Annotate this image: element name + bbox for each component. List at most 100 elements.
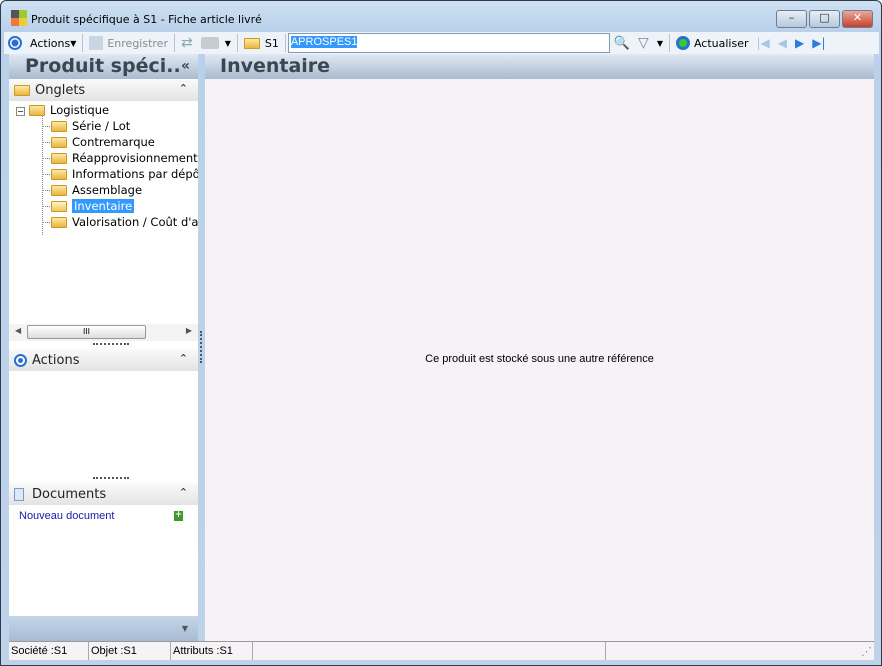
- tabs-section-title: Onglets: [35, 82, 86, 98]
- splitter-grip[interactable]: [93, 477, 129, 479]
- filter-icon[interactable]: ▽: [634, 33, 653, 53]
- tree-node-contremarque[interactable]: Contremarque: [51, 134, 155, 150]
- collapse-chevron-icon[interactable]: ⌃: [179, 82, 188, 95]
- target-icon[interactable]: [4, 33, 26, 53]
- open-folder-icon: [51, 201, 67, 212]
- first-record-icon[interactable]: |◀: [753, 33, 774, 53]
- left-pane: Produit spéci.. « Onglets ⌃ − Logistique Sé…: [9, 54, 198, 641]
- separator: [82, 34, 84, 52]
- folder-icon: [51, 153, 67, 164]
- actions-section-title: Actions: [32, 352, 80, 368]
- tree-node-inventaire[interactable]: Inventaire: [51, 198, 135, 214]
- maximize-button[interactable]: □: [809, 10, 840, 28]
- scroll-right-icon[interactable]: ▶: [186, 326, 192, 335]
- refresh-icon: [675, 36, 690, 50]
- dropdown-arrow-icon[interactable]: ▼: [653, 33, 667, 53]
- tree-node-label: Contremarque: [72, 135, 155, 149]
- info-message: Ce produit est stocké sous une autre réf…: [425, 353, 654, 365]
- application-window: Produit spécifique à S1 - Fiche article …: [0, 0, 882, 666]
- app-icon: [11, 10, 27, 26]
- expand-collapse-icon[interactable]: −: [16, 107, 25, 116]
- status-attributes: Attributs :S1: [171, 642, 253, 660]
- tree-node-label: Informations par dépôt: [72, 167, 198, 181]
- tree-node-serie-lot[interactable]: Série / Lot: [51, 118, 130, 134]
- document-icon: [14, 487, 24, 501]
- window-title: Produit spécifique à S1 - Fiche article …: [31, 13, 262, 26]
- scrollbar-thumb[interactable]: III: [27, 325, 146, 339]
- save-button[interactable]: Enregistrer: [85, 33, 172, 53]
- splitter-grip[interactable]: [93, 343, 129, 345]
- tree-node-label: Inventaire: [72, 199, 135, 213]
- minimize-button[interactable]: –: [776, 10, 807, 28]
- company-label: S1: [264, 36, 279, 50]
- documents-section-header[interactable]: Documents ⌃: [9, 483, 198, 505]
- status-company: Société :S1: [9, 642, 89, 660]
- documents-section-title: Documents: [32, 486, 107, 502]
- tree-node-label: Logistique: [50, 103, 110, 117]
- folder-icon: [243, 37, 260, 49]
- main-panel-header: Inventaire: [205, 54, 874, 79]
- scroll-left-icon[interactable]: ◀: [15, 326, 21, 335]
- tree-node-reapprovisionnement[interactable]: Réapprovisionnement: [51, 150, 198, 166]
- tree-node-assemblage[interactable]: Assemblage: [51, 182, 142, 198]
- separator: [284, 34, 286, 52]
- vertical-splitter[interactable]: [200, 331, 202, 363]
- resize-grip-icon[interactable]: ⋰: [606, 642, 874, 660]
- tabs-section-header[interactable]: Onglets ⌃: [9, 79, 198, 101]
- printer-icon: [200, 37, 219, 49]
- status-object: Objet :S1: [89, 642, 171, 660]
- tree-node-label: Valorisation / Coût d'achat: [72, 215, 198, 229]
- refresh-button[interactable]: Actualiser: [672, 33, 753, 53]
- tree-node-label: Assemblage: [72, 183, 143, 197]
- dropdown-arrow-icon: ▼: [70, 38, 77, 48]
- separator: [173, 34, 175, 52]
- separator: [668, 34, 670, 52]
- horizontal-scrollbar[interactable]: ◀ III ▶: [9, 324, 198, 341]
- left-pane-title: Produit spéci..: [25, 55, 181, 77]
- actions-menu-button[interactable]: Actions ▼: [26, 33, 80, 53]
- toolbar: Actions ▼ Enregistrer ⇄ ▼ S1 APROSPES1 🔍 …: [4, 32, 879, 54]
- actions-section-header[interactable]: Actions ⌃: [9, 349, 198, 371]
- tree-node-valorisation[interactable]: Valorisation / Coût d'achat: [51, 214, 198, 230]
- sync-icon[interactable]: ⇄: [177, 33, 197, 53]
- collapse-pane-button[interactable]: «: [181, 54, 190, 79]
- company-button[interactable]: S1: [240, 33, 283, 53]
- add-document-icon[interactable]: +: [174, 511, 183, 521]
- folder-icon: [51, 169, 67, 180]
- save-label: Enregistrer: [107, 36, 168, 50]
- left-pane-header: Produit spéci.. «: [9, 54, 198, 79]
- folder-icon: [51, 217, 67, 228]
- previous-record-icon[interactable]: ◀: [774, 33, 791, 53]
- collapse-chevron-icon[interactable]: ⌃: [179, 352, 188, 365]
- last-record-icon[interactable]: ▶|: [808, 33, 829, 53]
- new-document-link[interactable]: Nouveau document: [19, 510, 114, 522]
- tree-node-label: Réapprovisionnement: [72, 151, 198, 165]
- tree-node-logistique[interactable]: − Logistique: [16, 102, 109, 118]
- folder-icon: [51, 121, 67, 132]
- pane-footer: ▼: [9, 616, 198, 641]
- dropdown-arrow-icon: ▼: [224, 38, 231, 48]
- folder-icon: [14, 84, 30, 96]
- main-panel: Inventaire Ce produit est stocké sous un…: [205, 54, 874, 641]
- next-record-icon[interactable]: ▶: [791, 33, 808, 53]
- print-button[interactable]: ▼: [197, 33, 235, 53]
- tabs-tree: − Logistique Série / Lot Contremarque Réa…: [9, 101, 198, 313]
- separator: [236, 34, 238, 52]
- tree-node-informations-par-depot[interactable]: Informations par dépôt: [51, 166, 198, 182]
- search-icon[interactable]: 🔍: [610, 33, 634, 53]
- search-input[interactable]: APROSPES1: [287, 33, 610, 53]
- status-field-empty: [253, 642, 606, 660]
- target-icon: [14, 353, 27, 367]
- actions-label: Actions: [30, 36, 71, 50]
- tree-node-label: Série / Lot: [72, 119, 131, 133]
- status-bar: Société :S1 Objet :S1 Attributs :S1 ⋰: [9, 641, 874, 660]
- folder-icon: [29, 105, 45, 116]
- refresh-label: Actualiser: [693, 36, 749, 50]
- save-icon: [89, 36, 104, 50]
- folder-icon: [51, 185, 67, 196]
- dropdown-arrow-icon[interactable]: ▼: [182, 624, 188, 633]
- collapse-chevron-icon[interactable]: ⌃: [179, 486, 188, 499]
- close-button[interactable]: ✕: [842, 10, 873, 28]
- search-value: APROSPES1: [290, 36, 358, 48]
- folder-icon: [51, 137, 67, 148]
